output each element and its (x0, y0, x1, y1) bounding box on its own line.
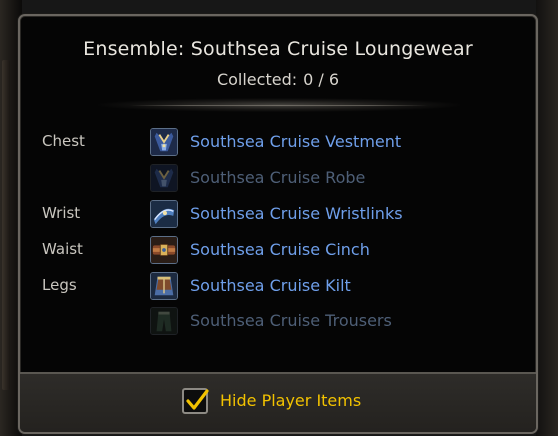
collected-label: Collected: (216, 70, 298, 89)
ensemble-title: Ensemble: Southsea Cruise Loungewear (83, 38, 473, 60)
slot-label-wrist: Wrist (42, 204, 81, 222)
background-right-frame (536, 0, 558, 436)
item-link-kilt[interactable]: Southsea Cruise Kilt (190, 276, 351, 295)
trousers-icon (150, 307, 178, 335)
robe-icon (150, 164, 178, 192)
cinch-icon (150, 236, 178, 264)
item-link-wristlinks[interactable]: Southsea Cruise Wristlinks (190, 204, 403, 223)
kilt-icon (150, 272, 178, 300)
collected-counter: Collected: 0 / 6 (20, 70, 536, 89)
footer-bar: Hide Player Items (20, 372, 536, 432)
collected-value: 0 / 6 (303, 70, 340, 89)
item-link-vestment[interactable]: Southsea Cruise Vestment (190, 132, 401, 151)
item-link-robe[interactable]: Southsea Cruise Robe (190, 168, 365, 187)
header-divider (130, 105, 428, 106)
item-row-trousers[interactable]: Southsea Cruise Trousers (20, 307, 536, 337)
item-link-cinch[interactable]: Southsea Cruise Cinch (190, 240, 370, 259)
hide-player-items-checkbox[interactable] (182, 388, 209, 414)
item-row-robe[interactable]: Southsea Cruise Robe (20, 164, 536, 194)
ensemble-tooltip: Ensemble: Southsea Cruise Loungewear Col… (18, 14, 538, 434)
checkmark-icon (186, 389, 209, 410)
slot-label-chest: Chest (42, 132, 85, 150)
item-row-vestment[interactable]: Chest Southsea Cruise Vestment (20, 128, 536, 158)
wristlinks-icon (150, 200, 178, 228)
vestment-icon (150, 128, 178, 156)
hide-player-items-label[interactable]: Hide Player Items (220, 391, 361, 410)
item-link-trousers[interactable]: Southsea Cruise Trousers (190, 311, 392, 330)
item-row-cinch[interactable]: Waist Southsea Cruise Cinch (20, 236, 536, 266)
slot-label-legs: Legs (42, 276, 77, 294)
item-row-wristlinks[interactable]: Wrist Southsea Cruise Wristlinks (20, 200, 536, 230)
item-row-kilt[interactable]: Legs Southsea Cruise Kilt (20, 272, 536, 302)
slot-label-waist: Waist (42, 240, 83, 258)
background-left-strip (2, 60, 10, 390)
